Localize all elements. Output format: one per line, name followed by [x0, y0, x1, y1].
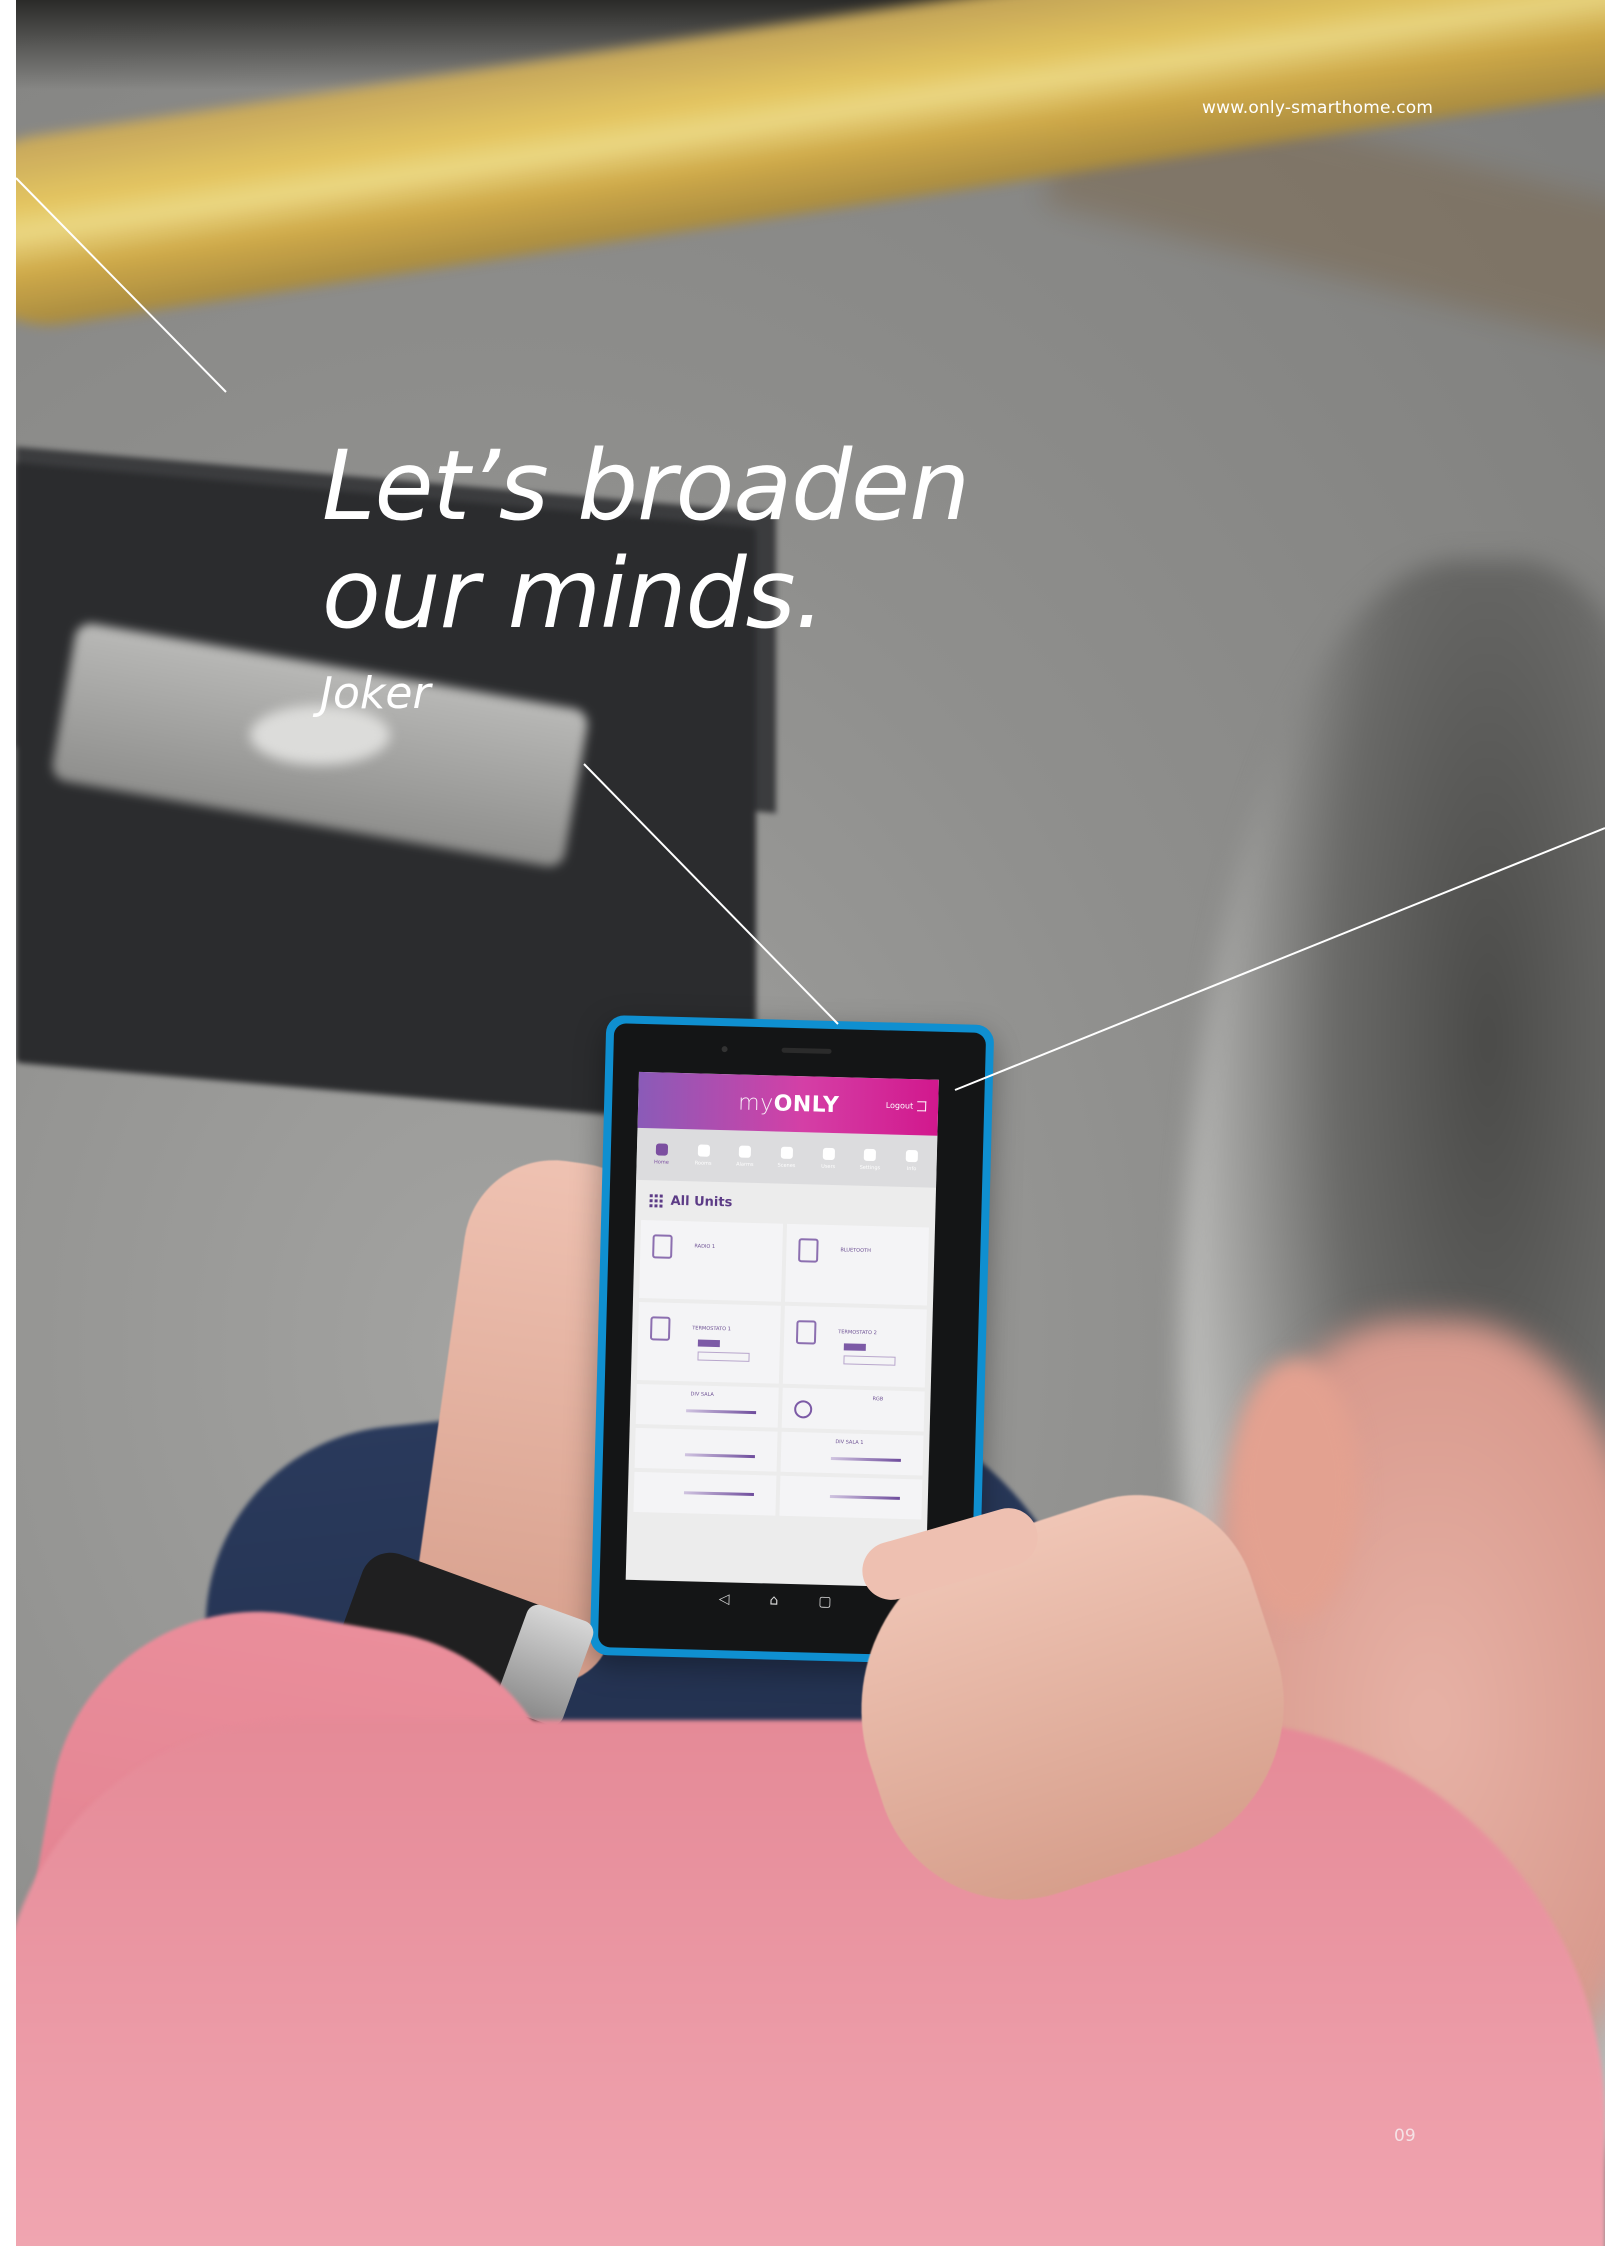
website-url[interactable]: www.only-smarthome.com	[1202, 98, 1433, 118]
page-margin	[0, 0, 16, 2246]
product-name: Joker	[320, 668, 431, 719]
headline-line-1: Let’s broaden	[322, 430, 970, 542]
decor-line-top-left	[15, 177, 227, 393]
decor-line-right	[954, 827, 1605, 1091]
headline-line-2: our minds.	[322, 538, 825, 650]
page-number: 09	[1394, 2126, 1416, 2146]
brochure-page: myONLY Logout Home Rooms Alarms Scenes U…	[0, 0, 1605, 2246]
decorative-lines	[15, 177, 1605, 1091]
headline: Let’s broaden our minds.	[322, 430, 970, 650]
decor-line-to-tablet	[583, 763, 839, 1025]
